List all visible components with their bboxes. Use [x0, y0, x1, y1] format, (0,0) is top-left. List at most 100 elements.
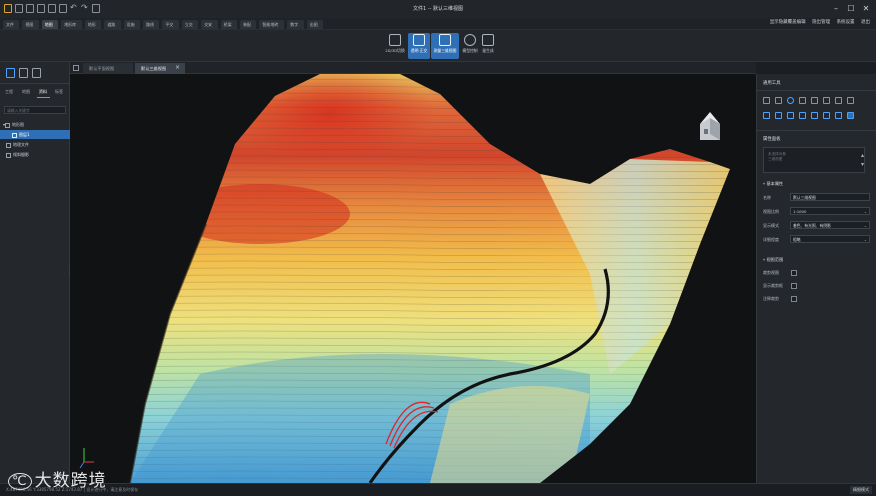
menu-tab[interactable]: 交安 [201, 20, 218, 29]
menu-tab[interactable]: 地图 [41, 20, 59, 29]
delete-tool-icon[interactable] [847, 97, 854, 104]
prop-row-scale: 视图比例 1:1000 ⌄ [763, 207, 871, 216]
fillet-tool-icon[interactable] [799, 112, 806, 119]
tab-project[interactable]: 工程 [5, 89, 13, 95]
crop-view-checkbox[interactable] [791, 270, 797, 276]
collapse-selector-icon[interactable]: ▾ [861, 161, 864, 168]
system-settings-button[interactable]: 系统设置 [837, 20, 855, 25]
tab-map[interactable]: 地图 [22, 89, 30, 95]
trim-tool-icon[interactable] [763, 112, 770, 119]
ribbon-toolbar: 2D/3D切换 透明·正交 测量三维视图 模型控制 量生成 [0, 30, 876, 62]
grid-panel-icon[interactable] [32, 68, 41, 78]
align-tool-icon[interactable] [799, 97, 806, 104]
extend-tool-icon[interactable] [775, 112, 782, 119]
menu-tab[interactable]: 出图 [306, 20, 323, 29]
tree-item-label: 倾斜摄影 [13, 152, 29, 157]
menu-tab[interactable]: 数字 [287, 20, 304, 29]
menu-tab[interactable]: 地形库 [61, 20, 82, 29]
scale-tool-icon[interactable] [847, 112, 854, 119]
tree-item-label: 地理文件 [13, 142, 29, 147]
menu-tab[interactable]: 设施 [123, 20, 140, 29]
scale-value: 1:1000 [793, 209, 807, 214]
pin-tool-icon[interactable] [823, 112, 830, 119]
display-mode-select[interactable]: 着色、有光照、有阴影 ⌄ [790, 221, 870, 229]
menu-tab[interactable]: 视图 [22, 20, 39, 29]
annotation-crop-checkbox[interactable] [791, 296, 797, 302]
layers-panel-icon[interactable] [19, 68, 28, 78]
toggle-overlay-button[interactable]: 显示隐藏覆盖编辑 [770, 20, 806, 25]
tab-default-plan-view[interactable]: 默认平面视图 [83, 63, 133, 74]
3d-viewport[interactable] [70, 74, 756, 483]
group-title: 基本属性 [766, 181, 784, 186]
photo-icon [6, 152, 11, 158]
tab-resources[interactable]: 资料 [39, 89, 47, 95]
search-input[interactable]: 请输入关键字 [4, 106, 66, 114]
prop-row-detail-level: 详细程度 粗略 ⌄ [763, 235, 871, 244]
view-range-group[interactable]: ▾ 视图范围 [763, 257, 783, 263]
header-right-tools: 显示隐藏覆盖编辑 隐出管理 系统设置 退出 [765, 19, 870, 25]
view-cube-icon[interactable] [700, 112, 720, 140]
transparency-button[interactable]: 透明·正交 [408, 33, 430, 59]
tab-labels[interactable]: 标签 [55, 89, 63, 95]
prop-label: 详细程度 [763, 237, 779, 242]
menu-tab[interactable]: 立交 [181, 20, 199, 29]
maximize-icon[interactable]: ☐ [845, 3, 857, 14]
menu-tab[interactable]: 平交 [162, 20, 179, 29]
model-control-button[interactable]: 模型控制 [460, 33, 480, 59]
menu-tab[interactable]: 路线 [143, 20, 160, 29]
scale-select[interactable]: 1:1000 ⌄ [790, 207, 870, 215]
detail-level-select[interactable]: 粗略 ⌄ [790, 235, 870, 243]
menu-tab[interactable]: 智能地砖 [259, 20, 285, 29]
tree-item-geo-files[interactable]: 地理文件 [0, 140, 70, 149]
tab-list-icon[interactable] [73, 65, 79, 71]
array-tool-icon[interactable] [835, 97, 842, 104]
measure-tool-icon[interactable] [835, 112, 842, 119]
generate-icon [482, 34, 494, 46]
rotate-tool-icon[interactable] [787, 97, 794, 104]
document-tabs: 默认平面视图 默认三维视图 × [70, 62, 756, 74]
check-label: 裁剪视图 [763, 270, 779, 275]
switch-view-icon [389, 34, 401, 46]
measure-3d-view-button[interactable]: 测量三维视图 [431, 33, 459, 59]
offset-tool-icon[interactable] [811, 97, 818, 104]
prop-label: 显示模式 [763, 223, 779, 228]
watermark-logo: ℃ 大数跨境 [8, 466, 107, 491]
minimize-icon[interactable]: – [830, 3, 842, 14]
menu-tab[interactable]: 装配 [240, 20, 257, 29]
tree-item-label: 图层1 [19, 132, 30, 137]
menu-tab[interactable]: 道路 [104, 20, 121, 29]
object-selector[interactable]: 未选择对象 三维视图 [763, 147, 865, 173]
terrain-render[interactable] [70, 74, 756, 483]
mirror-tool-icon[interactable] [823, 97, 830, 104]
ribbon-label: 测量三维视图 [433, 48, 457, 53]
tree-item-oblique-photo[interactable]: 倾斜摄影 [0, 150, 70, 159]
move-tool-icon[interactable] [763, 97, 770, 104]
expand-selector-icon[interactable]: ▴ [861, 152, 864, 159]
check-row-crop-view: 裁剪视图 [763, 270, 823, 276]
menu-tab[interactable]: 地形 [84, 20, 102, 29]
join-tool-icon[interactable] [811, 112, 818, 119]
generate-button[interactable]: 量生成 [480, 33, 496, 59]
display-mode-value: 着色、有光照、有阴影 [793, 223, 831, 228]
ribbon-label: 量生成 [482, 48, 494, 53]
menu-bar: 文件 视图 地图 地形库 地形 道路 设施 路线 平交 立交 交安 桥梁 装配 智能地砖 数字 出图 显示隐藏… [0, 18, 876, 30]
ribbon-label: 2D/3D切换 [385, 48, 405, 53]
menu-tab[interactable]: 桥梁 [220, 20, 237, 29]
detail-mode-button[interactable]: 精细模式 [850, 486, 872, 494]
name-field[interactable]: 默认三维视图 [790, 193, 870, 201]
close-tab-icon[interactable]: × [175, 64, 180, 71]
tree-item-terrain[interactable]: ▾ 地形图 [0, 120, 70, 129]
project-panel-icon[interactable] [6, 68, 15, 78]
properties-title: 属性面板 [763, 137, 781, 142]
show-crop-box-checkbox[interactable] [791, 283, 797, 289]
detail-level-value: 粗略 [793, 237, 801, 242]
basic-properties-group[interactable]: ▾ 基本属性 [763, 181, 783, 187]
split-tool-icon[interactable] [787, 112, 794, 119]
menu-tab[interactable]: 文件 [3, 20, 20, 29]
copy-tool-icon[interactable] [775, 97, 782, 104]
logout-button[interactable]: 退出 [861, 20, 870, 25]
tree-item-layer1[interactable]: 图层1 [0, 130, 70, 139]
toggle-2d-3d-button[interactable]: 2D/3D切换 [381, 33, 409, 59]
close-icon[interactable]: ✕ [860, 3, 872, 14]
hide-management-button[interactable]: 隐出管理 [812, 20, 830, 25]
